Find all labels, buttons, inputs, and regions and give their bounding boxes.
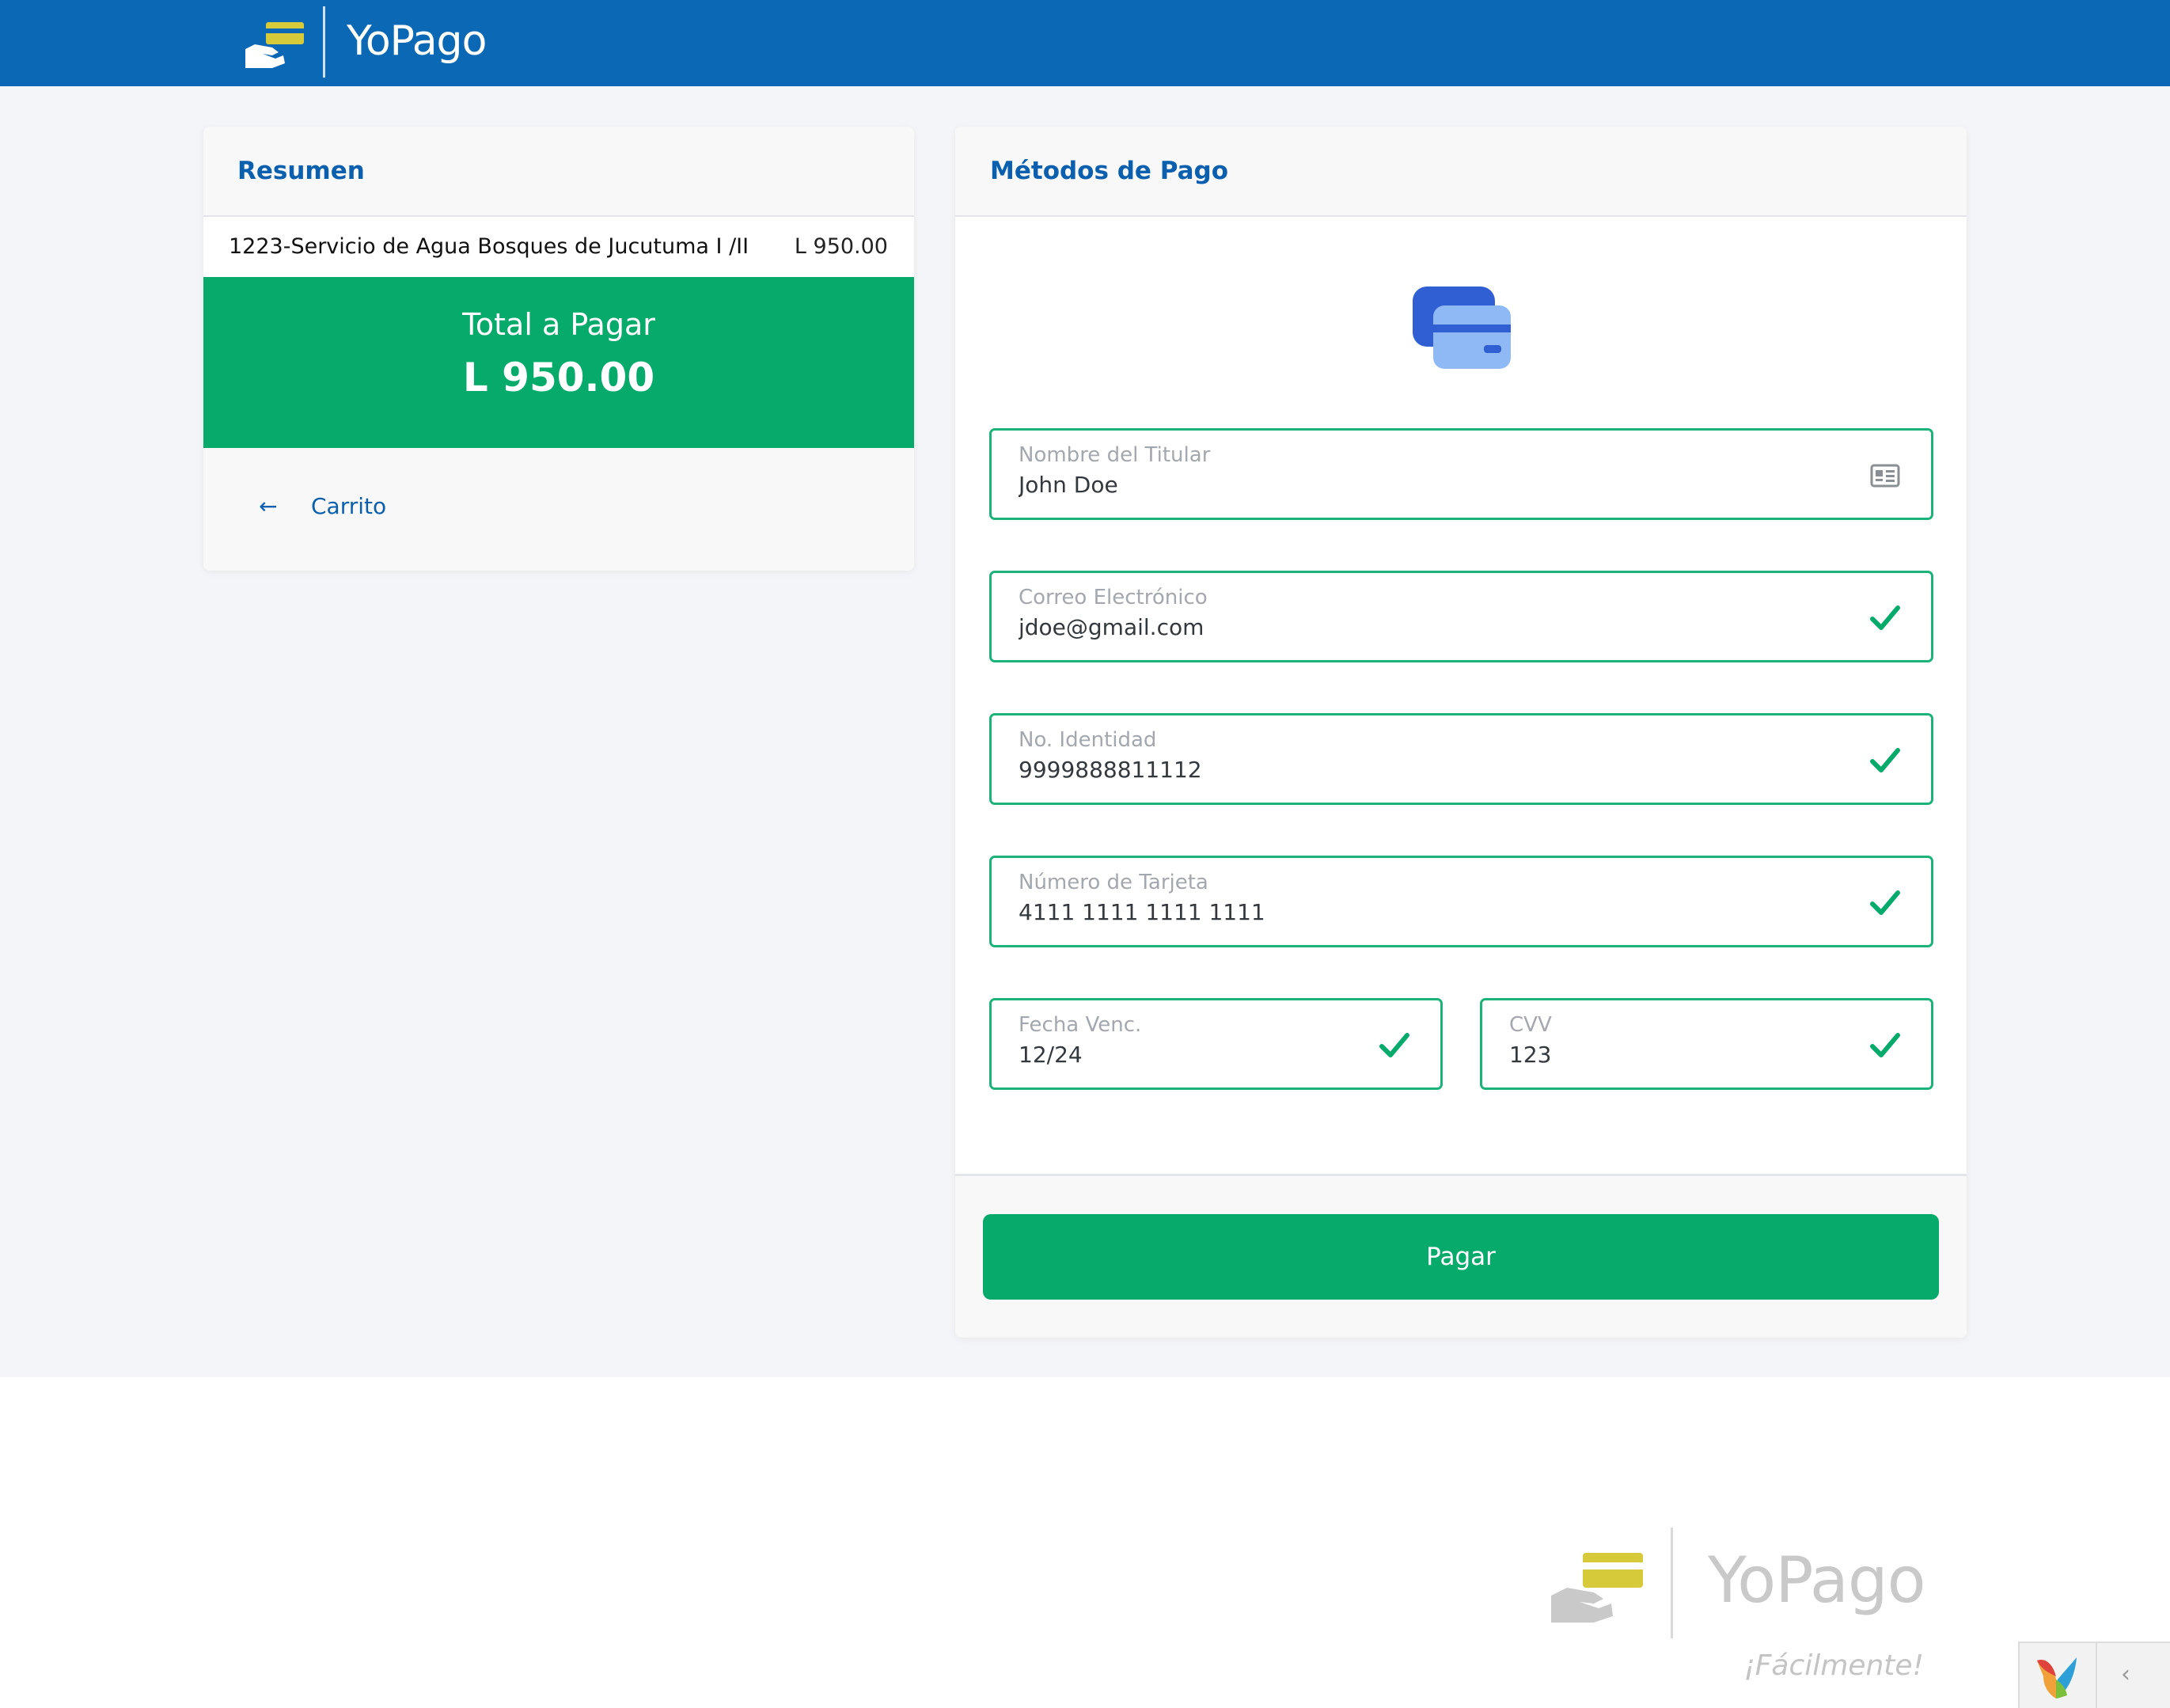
identity-field[interactable]: No. Identidad: [989, 713, 1933, 805]
cvv-input[interactable]: [1509, 1042, 1868, 1068]
header-divider: [323, 6, 325, 78]
expiry-label: Fecha Venc.: [1019, 1013, 1142, 1037]
payment-card: Métodos de Pago Nombre del Titular Corre…: [955, 127, 1967, 1338]
summary-card: Resumen 1223-Servicio de Agua Bosques de…: [203, 127, 914, 571]
total-box: Total a Pagar L 950.00: [203, 277, 914, 448]
holder-name-field[interactable]: Nombre del Titular: [989, 428, 1933, 520]
card-number-label: Número de Tarjeta: [1019, 871, 1208, 894]
total-label: Total a Pagar: [462, 307, 655, 342]
credit-cards-icon: [1413, 287, 1511, 369]
footer-brand-name: YoPago: [1708, 1543, 1926, 1617]
id-card-icon: [1870, 464, 1900, 488]
card-number-input[interactable]: [1019, 899, 1770, 925]
back-to-cart-link[interactable]: ← Carrito: [259, 483, 386, 530]
check-icon: [1870, 605, 1900, 630]
cvv-label: CVV: [1509, 1013, 1552, 1037]
yii-logo-icon[interactable]: [2032, 1653, 2081, 1702]
summary-title: Resumen: [237, 157, 365, 185]
footer-tagline: ¡Fácilmente!: [1743, 1649, 1924, 1682]
top-header: YoPago: [0, 0, 2170, 86]
identity-label: No. Identidad: [1019, 728, 1157, 752]
payment-title: Métodos de Pago: [990, 157, 1229, 185]
holder-name-label: Nombre del Titular: [1019, 443, 1211, 467]
chevron-left-icon[interactable]: ‹: [2121, 1661, 2130, 1688]
arrow-left-icon: ←: [259, 493, 278, 519]
identity-input[interactable]: [1019, 757, 1770, 783]
summary-line-item: 1223-Servicio de Agua Bosques de Jucutum…: [203, 217, 914, 277]
total-value: L 950.00: [462, 355, 655, 400]
expiry-field[interactable]: Fecha Venc.: [989, 998, 1443, 1090]
expiry-input[interactable]: [1019, 1042, 1378, 1068]
email-input[interactable]: [1019, 614, 1770, 640]
brand-name: YoPago: [347, 17, 487, 65]
holder-name-input[interactable]: [1019, 472, 1770, 498]
line-item-description: 1223-Servicio de Agua Bosques de Jucutum…: [229, 234, 749, 259]
email-label: Correo Electrónico: [1019, 586, 1208, 609]
payment-header: Métodos de Pago: [955, 127, 1967, 217]
pay-button[interactable]: Pagar: [983, 1214, 1939, 1300]
check-icon: [1870, 1033, 1900, 1057]
line-item-amount: L 950.00: [794, 234, 888, 259]
check-icon: [1379, 1033, 1409, 1057]
card-number-field[interactable]: Número de Tarjeta: [989, 856, 1933, 947]
footer-divider: [1671, 1528, 1673, 1638]
back-to-cart-label: Carrito: [311, 493, 387, 519]
summary-header: Resumen: [203, 127, 914, 217]
email-field[interactable]: Correo Electrónico: [989, 571, 1933, 662]
debug-toolbar: ‹: [2018, 1642, 2170, 1708]
cvv-field[interactable]: CVV: [1480, 998, 1933, 1090]
hand-card-icon: [245, 22, 304, 68]
check-icon: [1870, 890, 1900, 915]
hand-card-icon: [1551, 1553, 1643, 1623]
check-icon: [1870, 748, 1900, 772]
debug-toolbar-separator: [2096, 1643, 2097, 1708]
